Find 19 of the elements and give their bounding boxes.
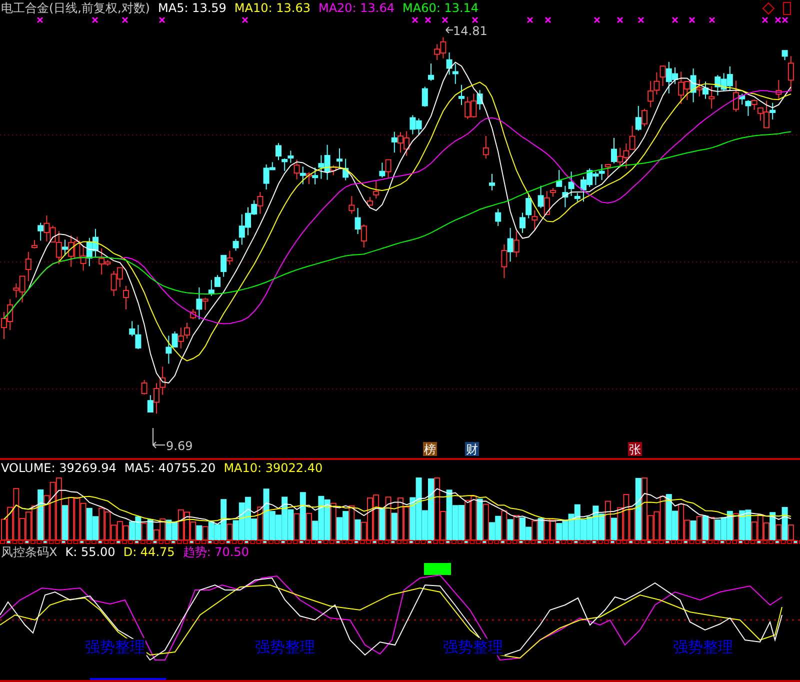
- chart-title: 风控条码X: [1, 544, 58, 560]
- indicator-value: MA20: 13.64: [318, 0, 395, 16]
- event-badge[interactable]: 榜: [423, 442, 437, 456]
- indicator-value: MA5: 40755.20: [124, 460, 216, 476]
- indicator-value: K: 55.00: [65, 544, 116, 560]
- event-badge[interactable]: 张: [628, 442, 642, 456]
- indicator-value: 趋势: 70.50: [182, 544, 249, 560]
- indicator-value: MA10: 13.63: [234, 0, 310, 16]
- indicator-value: MA60: 13.14: [402, 0, 479, 16]
- high-price-label: 14.81: [453, 24, 488, 38]
- indicator-value: VOLUME: 39269.94: [1, 460, 116, 476]
- event-badge[interactable]: 财: [465, 442, 479, 456]
- signal-label: 强势整理: [255, 638, 315, 656]
- low-price-label: 9.69: [166, 439, 193, 453]
- indicator-value: MA5: 13.59: [158, 0, 226, 16]
- chart-title: 电工合金(日线,前复权,对数): [1, 0, 150, 16]
- indicator-value: MA10: 39022.40: [224, 460, 323, 476]
- indicator-value: D: 44.75: [123, 544, 175, 560]
- signal-label: 强势整理: [673, 638, 733, 656]
